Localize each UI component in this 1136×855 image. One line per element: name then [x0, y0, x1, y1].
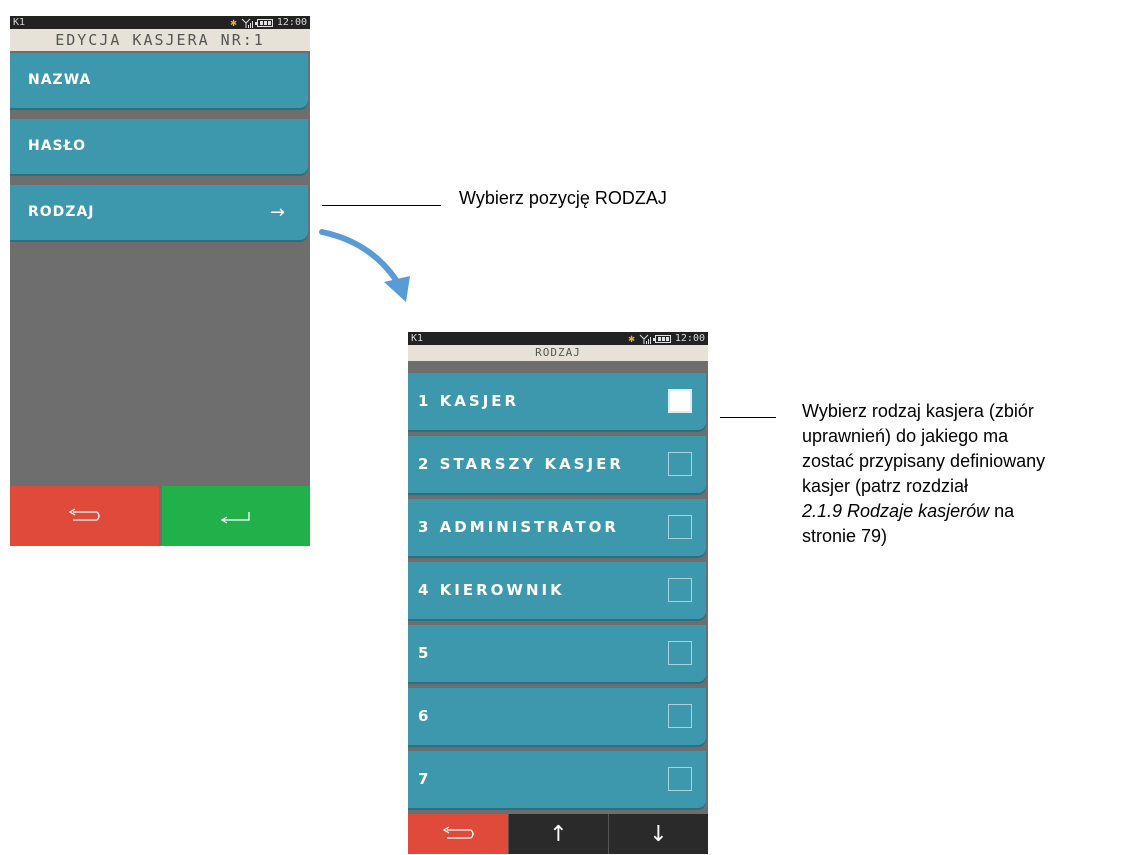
option-label: 5 — [418, 644, 432, 662]
bluetooth-icon: ✱ — [230, 16, 237, 29]
option-5[interactable]: 5 — [408, 625, 706, 682]
option-label: 1 KASJER — [418, 392, 520, 410]
annotation-line: stronie 79) — [802, 526, 888, 546]
arrow-right-icon: → — [269, 202, 286, 223]
enter-arrow-icon — [220, 512, 250, 524]
scroll-up-button[interactable]: ↑ — [508, 814, 608, 854]
back-arrow-icon — [68, 508, 100, 521]
checkbox-checked[interactable] — [668, 389, 692, 413]
clock: 12:00 — [674, 333, 705, 344]
back-button[interactable] — [408, 814, 508, 854]
signal-icon — [639, 334, 651, 344]
menu-item-label: HASŁO — [28, 138, 87, 154]
option-label: 3 ADMINISTRATOR — [418, 518, 619, 536]
terminal-id: K1 — [13, 17, 26, 28]
option-3-administrator[interactable]: 3 ADMINISTRATOR — [408, 499, 706, 556]
annotation-line: zostać przypisany definiowany — [802, 451, 1046, 471]
option-label: 6 — [418, 707, 432, 725]
enter-button[interactable] — [161, 486, 310, 546]
annotation-line: 2.1.9 Rodzaje kasjerów na — [802, 499, 1136, 524]
battery-icon — [652, 334, 671, 343]
option-label: 7 — [418, 770, 432, 788]
option-2-starszy-kasjer[interactable]: 2 STARSZY KASJER — [408, 436, 706, 493]
menu-item-label: NAZWA — [28, 72, 92, 88]
checkbox[interactable] — [668, 767, 692, 791]
annotation-line: kasjer (patrz rozdział — [802, 476, 969, 496]
leader-line — [720, 417, 776, 418]
device-screen-edit-cashier: K1 ✱ 12:00 EDYCJA KASJERA NR:1 NAZWA HAS… — [10, 16, 310, 546]
signal-icon — [241, 18, 253, 28]
annotation-select-rodzaj: Wybierz pozycję RODZAJ — [459, 188, 667, 208]
menu-item-rodzaj[interactable]: RODZAJ → — [10, 185, 308, 240]
device-screen-cashier-type: K1 ✱ 12:00 RODZAJ 1 KASJER 2 STARSZY KAS… — [408, 332, 708, 854]
chapter-reference: 2.1.9 Rodzaje kasjerów — [802, 501, 990, 521]
back-button[interactable] — [10, 486, 159, 546]
bottom-bar: ↑ ↓ — [408, 814, 708, 854]
bluetooth-icon: ✱ — [628, 332, 635, 345]
leader-line — [322, 205, 441, 206]
flow-arrow-icon — [319, 229, 410, 302]
back-arrow-icon — [442, 826, 474, 839]
annotation-text: na — [989, 501, 1015, 521]
checkbox[interactable] — [668, 515, 692, 539]
bottom-bar — [10, 486, 310, 546]
battery-icon — [254, 18, 273, 27]
checkbox[interactable] — [668, 641, 692, 665]
option-label: 2 STARSZY KASJER — [418, 455, 624, 473]
option-7[interactable]: 7 — [408, 751, 706, 808]
clock: 12:00 — [276, 17, 307, 28]
status-bar: K1 ✱ 12:00 — [10, 16, 310, 29]
down-arrow-icon: ↓ — [649, 821, 668, 847]
option-label: 4 KIEROWNIK — [418, 581, 565, 599]
annotation-line: uprawnień) do jakiego ma — [802, 426, 1009, 446]
checkbox[interactable] — [668, 452, 692, 476]
annotation-select-cashier-type: Wybierz rodzaj kasjera (zbiór uprawnień)… — [802, 399, 1136, 549]
option-6[interactable]: 6 — [408, 688, 706, 745]
terminal-id: K1 — [411, 333, 424, 344]
checkbox[interactable] — [668, 578, 692, 602]
scroll-down-button[interactable]: ↓ — [608, 814, 708, 854]
option-4-kierownik[interactable]: 4 KIEROWNIK — [408, 562, 706, 619]
menu-item-haslo[interactable]: HASŁO — [10, 119, 308, 174]
menu-item-nazwa[interactable]: NAZWA — [10, 53, 308, 108]
option-1-kasjer[interactable]: 1 KASJER — [408, 373, 706, 430]
status-bar: K1 ✱ 12:00 — [408, 332, 708, 345]
menu-item-label: RODZAJ — [28, 204, 95, 220]
up-arrow-icon: ↑ — [549, 821, 568, 847]
screen-title: RODZAJ — [408, 345, 708, 361]
checkbox[interactable] — [668, 704, 692, 728]
annotation-line: Wybierz rodzaj kasjera (zbiór — [802, 401, 1034, 421]
screen-title: EDYCJA KASJERA NR:1 — [10, 29, 310, 51]
